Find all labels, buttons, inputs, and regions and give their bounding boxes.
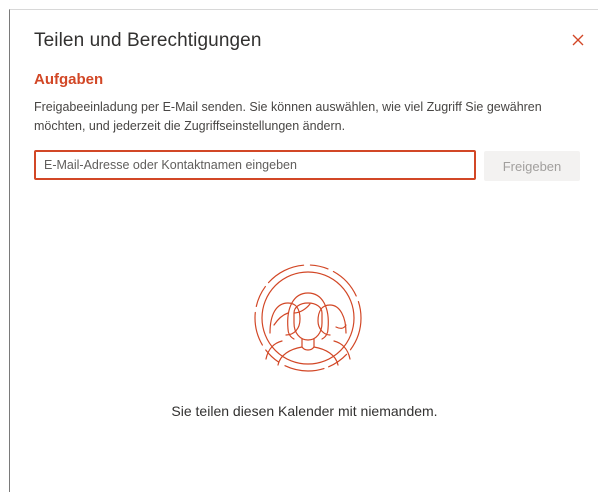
email-or-contact-input[interactable] bbox=[34, 150, 476, 180]
people-illustration-icon bbox=[254, 264, 362, 372]
close-icon bbox=[572, 34, 584, 46]
tasks-description: Freigabeeinladung per E-Mail senden. Sie… bbox=[34, 100, 542, 133]
dialog-title: Teilen und Berechtigungen bbox=[34, 30, 262, 51]
share-button[interactable]: Freigeben bbox=[484, 151, 580, 181]
close-button[interactable] bbox=[568, 30, 588, 50]
share-permissions-dialog: Teilen und Berechtigungen Aufgaben Freig… bbox=[9, 9, 598, 492]
tasks-heading: Aufgaben bbox=[34, 71, 104, 88]
empty-state-message: Sie teilen diesen Kalender mit niemandem… bbox=[171, 403, 438, 419]
